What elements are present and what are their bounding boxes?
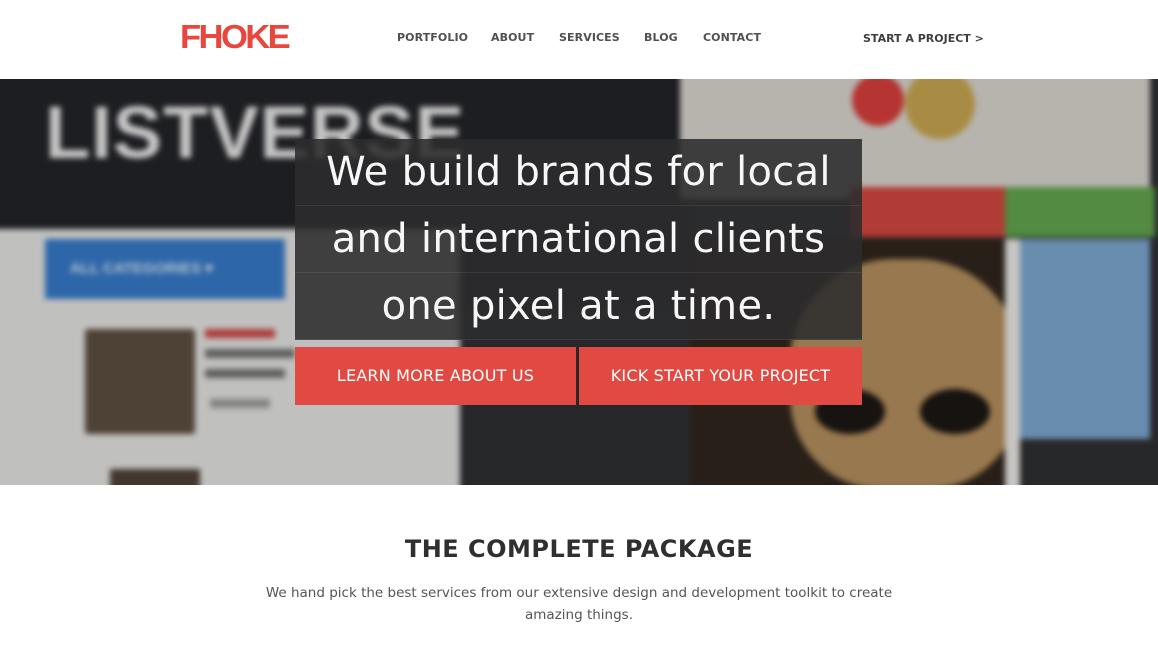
headline-line-1: We build brands for local xyxy=(295,139,862,206)
nav-item-portfolio[interactable]: PORTFOLIO xyxy=(397,30,468,46)
nav-item-services[interactable]: SERVICES xyxy=(559,30,620,46)
nav-item-contact[interactable]: CONTACT xyxy=(703,30,761,46)
kick-start-button[interactable]: KICK START YOUR PROJECT xyxy=(579,347,862,405)
hero-buttons: LEARN MORE ABOUT US KICK START YOUR PROJ… xyxy=(295,347,862,405)
nav-item-blog[interactable]: BLOG xyxy=(644,30,678,46)
nav-item-about[interactable]: ABOUT xyxy=(491,30,534,46)
section-title: THE COMPLETE PACKAGE xyxy=(404,535,754,563)
headline-line-2: and international clients xyxy=(295,206,862,273)
learn-more-button[interactable]: LEARN MORE ABOUT US xyxy=(295,347,576,405)
section-description: We hand pick the best services from our … xyxy=(265,585,893,623)
hero-headline: We build brands for local and internatio… xyxy=(295,139,862,340)
headline-line-3: one pixel at a time. xyxy=(295,273,862,340)
main-nav: PORTFOLIO ABOUT SERVICES BLOG CONTACT xyxy=(0,30,1158,48)
start-project-link[interactable]: START A PROJECT > xyxy=(863,31,984,47)
site-header: FHOKE PORTFOLIO ABOUT SERVICES BLOG CONT… xyxy=(0,0,1158,79)
hero-section: LISTVERSE ALL CATEGORIES ▾ We build bran… xyxy=(0,79,1158,485)
